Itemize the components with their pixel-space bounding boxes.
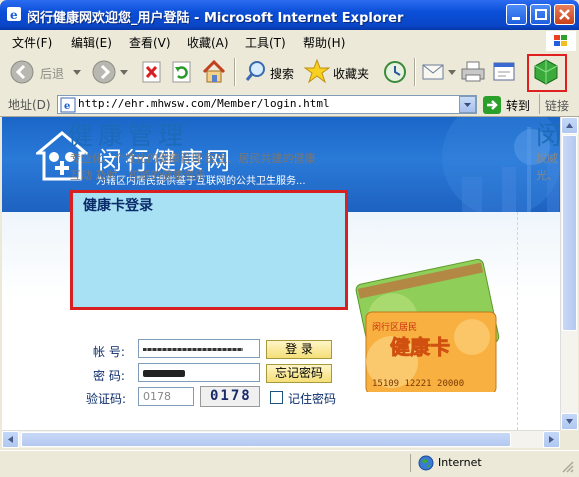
scroll-right-button[interactable] xyxy=(543,431,560,448)
divider xyxy=(517,212,518,430)
resize-grip-icon[interactable] xyxy=(562,461,574,473)
svg-text:e: e xyxy=(64,101,70,112)
edit-icon[interactable] xyxy=(492,60,518,84)
chevron-down-icon[interactable] xyxy=(448,70,456,76)
horizontal-scrollbar[interactable] xyxy=(2,430,560,448)
scroll-left-button[interactable] xyxy=(2,431,19,448)
menu-edit[interactable]: 编辑(E) xyxy=(71,34,112,51)
captcha-image[interactable]: 0178 xyxy=(200,386,260,407)
redacted-account xyxy=(143,348,243,351)
right-section-title: 闵 xyxy=(536,121,562,150)
print-icon[interactable] xyxy=(460,60,486,84)
go-button-label[interactable]: 转到 xyxy=(506,97,530,114)
search-button-label[interactable]: 搜索 xyxy=(270,65,294,82)
captcha-input[interactable]: 0178 xyxy=(138,387,194,406)
account-input[interactable] xyxy=(138,339,260,358)
toolbar: 后退 搜索 收藏夹 xyxy=(0,52,579,93)
login-button[interactable]: 登 录 xyxy=(266,340,332,359)
highlight-annotation-addon xyxy=(527,54,567,92)
vertical-scrollbar[interactable] xyxy=(560,117,578,430)
menu-file[interactable]: 文件(F) xyxy=(12,34,52,51)
horizontal-scroll-thumb[interactable] xyxy=(21,432,511,447)
forgot-password-button[interactable]: 忘记密码 xyxy=(266,364,332,383)
menu-bar: 文件(F) 编辑(E) 查看(V) 收藏(A) 工具(T) 帮助(H) xyxy=(0,30,579,53)
links-label[interactable]: 链接 xyxy=(545,97,569,114)
close-button[interactable] xyxy=(554,4,575,25)
chevron-up-icon xyxy=(566,123,573,128)
right-section-description: 光、 xyxy=(536,169,558,182)
chevron-right-icon xyxy=(549,436,554,443)
favorites-button-label[interactable]: 收藏夹 xyxy=(333,65,369,82)
minimize-button[interactable] xyxy=(506,4,527,25)
home-icon[interactable] xyxy=(201,59,227,85)
forward-arrow-icon[interactable] xyxy=(92,60,116,84)
title-bar: e 闵行健康网欢迎您_用户登陆 - Microsoft Internet Exp… xyxy=(0,0,579,30)
address-label: 地址(D) xyxy=(8,98,51,112)
remember-password-label[interactable]: 记住密码 xyxy=(288,390,336,407)
ie-logo-icon: e xyxy=(7,7,21,22)
status-bar: Internet xyxy=(0,450,579,477)
section-description: 互动 及时、权威的健康资讯 xyxy=(70,169,206,182)
redacted-password xyxy=(143,370,185,377)
address-dropdown-button[interactable] xyxy=(459,96,476,113)
captcha-label: 验证码: xyxy=(86,392,127,406)
favorites-star-icon[interactable] xyxy=(304,58,330,84)
vertical-scroll-thumb[interactable] xyxy=(562,135,577,331)
back-button-label[interactable]: 后退 xyxy=(40,65,64,82)
page-icon: e xyxy=(60,97,76,113)
scroll-down-button[interactable] xyxy=(561,413,578,430)
address-url[interactable]: http://ehr.mhwsw.com/Member/login.html xyxy=(78,97,330,110)
right-section-description: 权威 xyxy=(536,152,558,165)
internet-globe-icon xyxy=(418,455,434,471)
card-number: 15109 12221 20000 xyxy=(372,379,464,389)
security-zone-label: Internet xyxy=(438,456,482,469)
password-input[interactable] xyxy=(138,363,260,382)
login-title: 健康卡登录 xyxy=(83,198,153,214)
back-arrow-icon[interactable] xyxy=(10,60,34,84)
remember-password-checkbox[interactable] xyxy=(270,391,283,404)
menu-favorites[interactable]: 收藏(A) xyxy=(187,34,229,51)
refresh-icon[interactable] xyxy=(172,61,192,83)
svg-text:e: e xyxy=(10,8,18,22)
search-icon[interactable] xyxy=(244,59,268,83)
mail-icon[interactable] xyxy=(421,61,447,83)
maximize-button[interactable] xyxy=(530,4,551,25)
chevron-down-icon[interactable] xyxy=(120,70,128,76)
chevron-down-icon xyxy=(566,419,573,424)
captcha-image-text: 0178 xyxy=(210,388,252,404)
card-title: 健康卡 xyxy=(390,335,450,359)
chevron-down-icon[interactable] xyxy=(73,70,81,76)
captcha-input-value: 0178 xyxy=(143,390,171,403)
card-top-text: 闵行区居民 xyxy=(372,321,417,333)
menu-tools[interactable]: 工具(T) xyxy=(245,34,286,51)
windows-flag-icon xyxy=(546,31,576,51)
history-icon[interactable] xyxy=(382,59,408,85)
skyline-decoration xyxy=(442,117,560,212)
account-label: 帐 号: xyxy=(93,345,125,359)
go-arrow-icon[interactable] xyxy=(483,96,501,114)
chevron-left-icon xyxy=(8,436,13,443)
menu-help[interactable]: 帮助(H) xyxy=(303,34,345,51)
health-card-illustration: 闵行区居民 健康卡 15109 12221 20000 xyxy=(355,258,500,392)
password-label: 密 码: xyxy=(93,369,125,383)
chevron-down-icon xyxy=(464,103,471,107)
window-title: 闵行健康网欢迎您_用户登陆 - Microsoft Internet Explo… xyxy=(27,11,404,26)
section-title: 健康管理 xyxy=(68,121,189,150)
scroll-up-button[interactable] xyxy=(561,117,578,134)
scroll-corner xyxy=(560,430,577,447)
menu-view[interactable]: 查看(V) xyxy=(129,34,171,51)
stop-icon[interactable] xyxy=(142,61,162,83)
section-description: 专业化、个性化的健康管理 医生、居民共建的健康 xyxy=(70,152,316,165)
